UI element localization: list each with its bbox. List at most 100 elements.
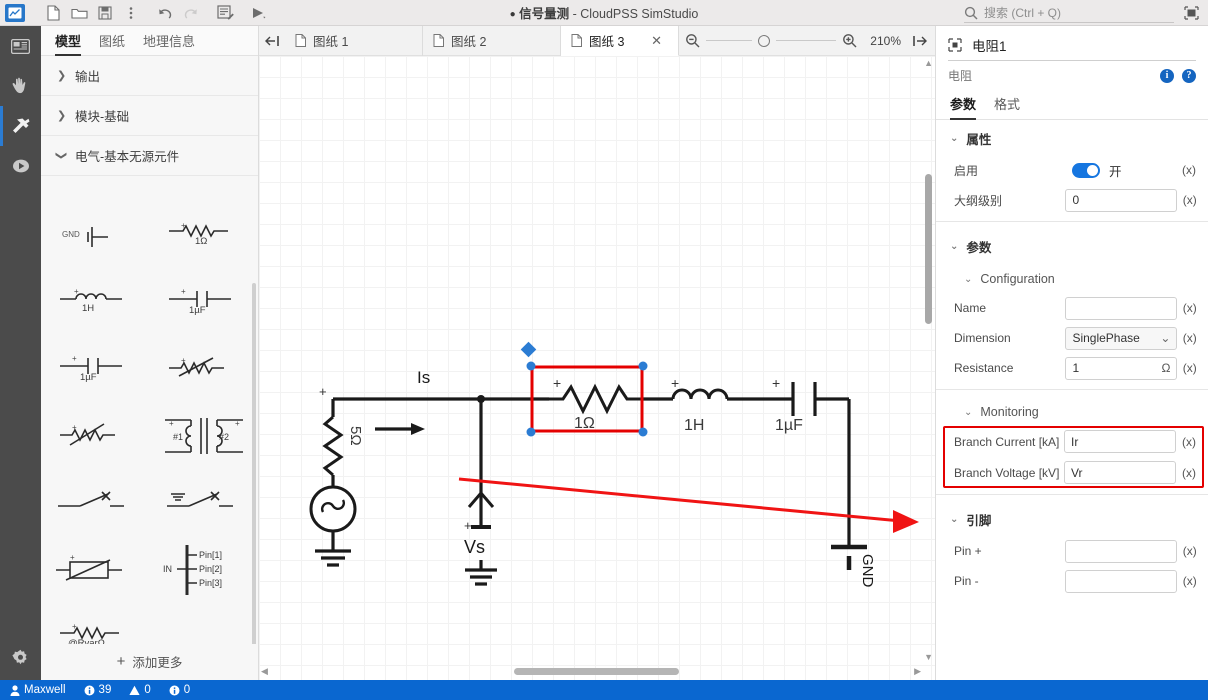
save-disk-icon[interactable] [93, 2, 117, 24]
pin1-label: Pin[1] [199, 550, 222, 560]
undo-icon[interactable] [153, 2, 177, 24]
properties-header: 电阻1 [936, 26, 1208, 61]
group-configuration[interactable]: ⌄ Configuration [936, 263, 1208, 293]
tab-parameters[interactable]: 参数 [950, 94, 976, 119]
svg-text:+: + [72, 354, 77, 363]
group-pins[interactable]: ⌄ 引脚 [936, 501, 1208, 536]
canvas-horizontal-scrollbar[interactable] [514, 668, 679, 675]
status-infos[interactable]: 0 [169, 684, 190, 696]
palette-item-multi-pin-block[interactable]: IN Pin[1] Pin[2] Pin[3] [150, 536, 259, 603]
canvas-vertical-scrollbar[interactable] [925, 174, 932, 324]
palette-item-rvar-resistor[interactable]: + @RvarΩ [41, 603, 150, 644]
report-edit-icon[interactable] [213, 2, 237, 24]
rail-settings-gear[interactable] [0, 640, 41, 674]
expression-toggle-resistance[interactable]: (x) [1177, 361, 1202, 375]
outline-level-input[interactable]: 0 [1065, 189, 1177, 212]
component-type-label: 电阻 [948, 67, 972, 84]
status-errors[interactable]: 39 [84, 684, 112, 696]
scroll-up-button[interactable]: ▲ [924, 58, 933, 68]
resistance-input[interactable]: 1 Ω [1065, 357, 1177, 380]
palette-item-switch-open[interactable] [41, 469, 150, 536]
zoom-slider-knob[interactable] [758, 35, 770, 47]
palette-item-transformer[interactable]: + + #1 #2 [150, 402, 259, 469]
expression-toggle-enabled[interactable]: (x) [1176, 163, 1202, 177]
palette-item-capacitor-polar[interactable]: + 1µF [150, 268, 259, 335]
tab-model[interactable]: 模型 [55, 31, 81, 55]
palette-gnd-label: GND [62, 230, 80, 239]
expand-right-panel-button[interactable] [907, 35, 931, 47]
open-folder-icon[interactable] [67, 2, 91, 24]
tab-sheets-label: 图纸 [99, 34, 125, 49]
component-name-field[interactable]: 电阻1 [948, 35, 1196, 61]
sheet-tab-2[interactable]: 图纸 2 [423, 26, 561, 56]
add-more-button[interactable]: + 添加更多 [41, 648, 258, 674]
section-module-basic[interactable]: ❯ 模块-基础 [41, 96, 258, 136]
expression-toggle-dimension[interactable]: (x) [1177, 331, 1202, 345]
group-attributes[interactable]: ⌄ 属性 [936, 120, 1208, 155]
sheet-tab-3[interactable]: 图纸 3 ✕ [561, 26, 679, 56]
properties-panel: 电阻1 电阻 i ? 参数 格式 ⌄ 属性 启用 开 (x) [935, 26, 1208, 680]
expression-toggle-name[interactable]: (x) [1177, 301, 1202, 315]
collapse-left-icon [265, 35, 280, 47]
enabled-toggle[interactable] [1072, 163, 1100, 178]
palette-item-resistor[interactable]: + 1Ω [150, 201, 259, 268]
palette-item-nonlinear-resistor[interactable]: + [41, 536, 150, 603]
expression-toggle-pin-minus[interactable]: (x) [1177, 574, 1202, 588]
zoom-slider-track-right[interactable] [776, 40, 836, 41]
svg-text:1H: 1H [82, 303, 94, 314]
row-pin-minus: Pin - (x) [936, 566, 1208, 596]
close-tab-icon[interactable]: ✕ [651, 33, 662, 49]
pin-plus-input[interactable] [1065, 540, 1177, 563]
zoom-in-icon[interactable] [842, 33, 857, 48]
chevron-down-icon: ⌄ [964, 274, 972, 285]
tab-geo-info[interactable]: 地理信息 [143, 31, 195, 55]
scroll-down-button[interactable]: ▼ [924, 652, 933, 662]
zoom-slider-track-left[interactable] [706, 40, 752, 41]
tab-sheets[interactable]: 图纸 [99, 31, 125, 55]
status-user[interactable]: Maxwell [10, 684, 66, 696]
group-monitoring[interactable]: ⌄ Monitoring [936, 396, 1208, 426]
rail-item-run-panel[interactable] [0, 146, 41, 186]
svg-text:+: + [181, 221, 186, 230]
fullscreen-icon[interactable] [1178, 1, 1204, 25]
collapse-left-panel-button[interactable] [259, 26, 285, 56]
more-vertical-icon[interactable] [119, 2, 143, 24]
row-pin-minus-label: Pin - [954, 574, 1065, 588]
palette-item-capacitor[interactable]: + 1µF [41, 335, 150, 402]
run-icon[interactable] [247, 2, 271, 24]
label-1H: 1H [684, 417, 704, 434]
window-title-main: 信号量测 [519, 7, 569, 21]
help-badge-icon[interactable]: ? [1182, 69, 1196, 83]
expression-toggle-pin-plus[interactable]: (x) [1177, 544, 1202, 558]
rail-item-tools-panel[interactable] [0, 106, 41, 146]
svg-text:+: + [319, 384, 327, 399]
palette-item-variable-resistor-1[interactable]: + [150, 335, 259, 402]
title-bar: ● 信号量测 - CloudPSS SimStudio 搜索 (Ctrl + Q… [0, 0, 1208, 26]
palette-item-ground-gnd[interactable]: GND [41, 201, 150, 268]
file-icon [433, 34, 444, 47]
rail-item-project-panel[interactable] [0, 26, 41, 66]
scroll-left-button[interactable]: ◀ [261, 666, 268, 677]
group-parameters[interactable]: ⌄ 参数 [936, 228, 1208, 263]
scroll-right-button[interactable]: ▶ [914, 666, 921, 677]
tab-format[interactable]: 格式 [994, 94, 1020, 119]
pin-minus-input[interactable] [1065, 570, 1177, 593]
palette-scrollbar[interactable] [252, 283, 256, 644]
palette-item-inductor[interactable]: + 1H [41, 268, 150, 335]
search-input[interactable]: 搜索 (Ctrl + Q) [964, 3, 1174, 23]
dimension-select[interactable]: SinglePhase ⌄ [1065, 327, 1177, 350]
info-badge-icon[interactable]: i [1160, 69, 1174, 83]
status-warnings[interactable]: 0 [129, 684, 150, 696]
zoom-out-icon[interactable] [685, 33, 700, 48]
svg-text:+: + [181, 287, 186, 296]
name-input[interactable] [1065, 297, 1177, 320]
new-file-icon[interactable] [41, 2, 65, 24]
expression-toggle-outline-level[interactable]: (x) [1177, 193, 1202, 207]
palette-item-variable-resistor-2[interactable]: + [41, 402, 150, 469]
section-electrical-passive[interactable]: ❯ 电气-基本无源元件 [41, 136, 258, 176]
palette-item-switch-breaker[interactable] [150, 469, 259, 536]
schematic-canvas[interactable]: Is + 5Ω + Vs [259, 56, 935, 680]
rail-item-components-panel[interactable] [0, 66, 41, 106]
sheet-tab-1[interactable]: 图纸 1 [285, 26, 423, 56]
section-output[interactable]: ❯ 输出 [41, 56, 258, 96]
